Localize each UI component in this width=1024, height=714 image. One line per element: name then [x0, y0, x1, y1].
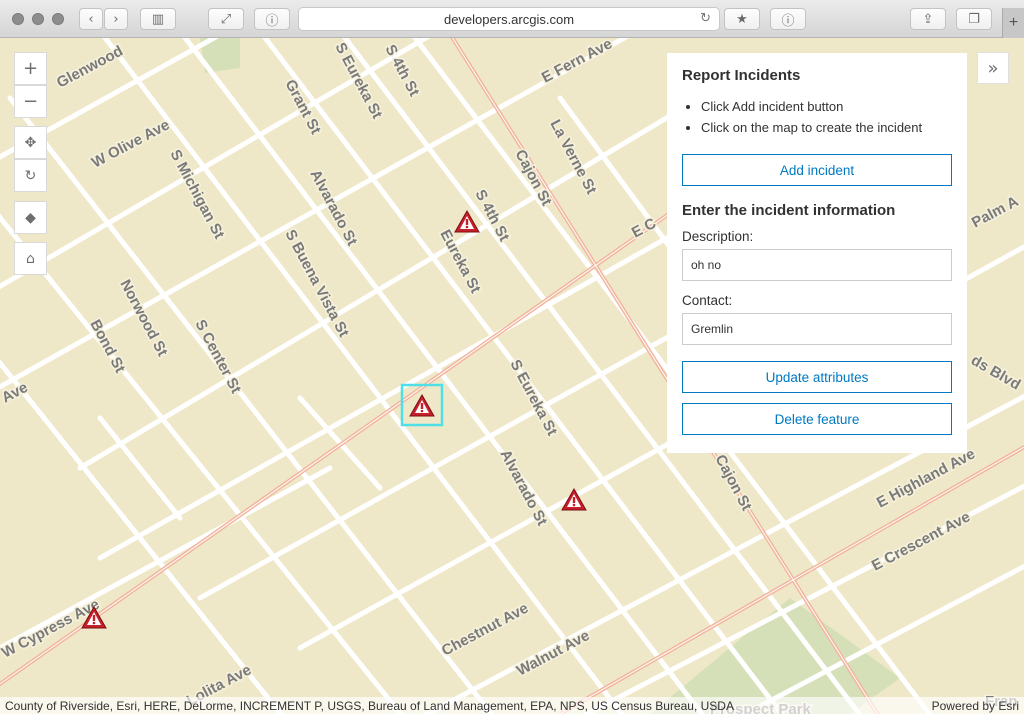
compass-icon: ◆: [25, 209, 36, 226]
plus-icon: +: [1008, 14, 1019, 31]
plus-icon: +: [22, 58, 39, 79]
zoom-window-button[interactable]: [52, 13, 64, 25]
rotate-icon: ↻: [24, 167, 37, 184]
double-chevron-right-icon: »: [987, 57, 999, 79]
share-button[interactable]: ⇪: [910, 8, 946, 30]
chevron-right-icon: ›: [113, 11, 119, 27]
new-tab-button[interactable]: +: [1002, 8, 1024, 38]
browser-toolbar: ‹ › ▥ ⤢ ⓘ developers.arcgis.com ↻ ★ ⓘ ⇪ …: [0, 0, 1024, 38]
instruction-item: Click Add incident button: [701, 96, 952, 117]
info-circle-icon: ⓘ: [265, 13, 279, 29]
star-icon: ★: [736, 11, 748, 27]
report-incidents-panel: Report Incidents Click Add incident butt…: [667, 53, 967, 453]
close-window-button[interactable]: [12, 13, 24, 25]
fullscreen-button[interactable]: ⤢: [208, 8, 244, 30]
move-arrows-icon: ✥: [24, 134, 37, 151]
rotate-button[interactable]: ↻: [14, 159, 47, 192]
attribution-sources: County of Riverside, Esri, HERE, DeLorme…: [5, 698, 734, 713]
tabs-icon: ❐: [968, 11, 980, 27]
zoom-out-button[interactable]: −: [14, 85, 47, 118]
map-view[interactable]: Glenwood W Olive Ave S Michigan St Grant St…: [0, 38, 1024, 714]
expand-arrows-icon: ⤢: [220, 11, 232, 27]
contact-input[interactable]: Gremlin: [682, 313, 952, 345]
url-text: developers.arcgis.com: [443, 11, 575, 27]
privacy-button[interactable]: ⓘ: [254, 8, 290, 30]
powered-by-esri[interactable]: Powered by Esri: [932, 699, 1019, 713]
delete-feature-button[interactable]: Delete feature: [682, 403, 952, 435]
map-attribution: County of Riverside, Esri, HERE, DeLorme…: [0, 697, 1024, 714]
info-icon: ⓘ: [781, 13, 795, 29]
reload-icon[interactable]: ↻: [700, 11, 711, 26]
panel-title: Report Incidents: [682, 67, 801, 84]
reader-info-button[interactable]: ⓘ: [770, 8, 806, 30]
pan-button[interactable]: ✥: [14, 126, 47, 159]
bookmark-button[interactable]: ★: [724, 8, 760, 30]
back-button[interactable]: ‹: [79, 8, 103, 30]
form-title: Enter the incident information: [682, 202, 896, 219]
home-icon: ⌂: [26, 250, 35, 267]
update-attributes-button[interactable]: Update attributes: [682, 361, 952, 393]
forward-button[interactable]: ›: [104, 8, 128, 30]
share-icon: ⇪: [922, 11, 934, 27]
tabs-overview-button[interactable]: ❐: [956, 8, 992, 30]
description-input[interactable]: oh no: [682, 249, 952, 281]
sidebar-icon: ▥: [151, 11, 165, 27]
instruction-item: Click on the map to create the incident: [701, 117, 952, 138]
expand-panel-button[interactable]: »: [977, 52, 1009, 84]
zoom-in-button[interactable]: +: [14, 52, 47, 85]
minus-icon: −: [22, 91, 39, 112]
chevron-left-icon: ‹: [88, 11, 94, 27]
address-bar[interactable]: developers.arcgis.com ↻: [298, 7, 720, 31]
compass-button[interactable]: ◆: [14, 201, 47, 234]
instruction-list: Click Add incident button Click on the m…: [701, 96, 952, 138]
sidebar-toggle-button[interactable]: ▥: [140, 8, 176, 30]
add-incident-button[interactable]: Add incident: [682, 154, 952, 186]
description-label: Description:: [682, 229, 754, 244]
contact-label: Contact:: [682, 293, 733, 308]
minimize-window-button[interactable]: [32, 13, 44, 25]
home-button[interactable]: ⌂: [14, 242, 47, 275]
